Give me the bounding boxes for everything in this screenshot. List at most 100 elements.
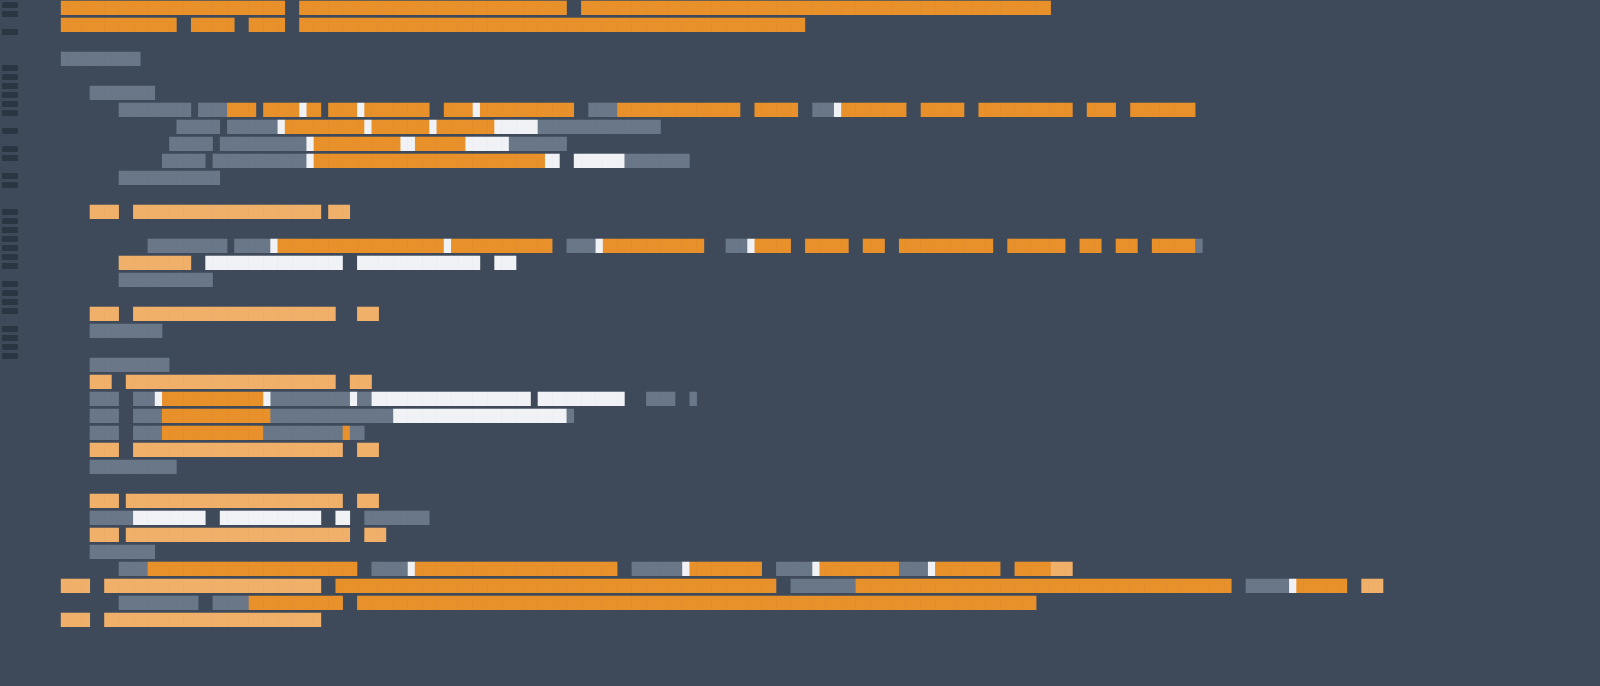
token: █ — [567, 409, 574, 423]
code-line[interactable]: ██████ █████████████ ████████████████████… — [32, 153, 1600, 170]
code-line[interactable]: ████ ██████████████████████████ ███ — [32, 204, 1600, 221]
token: ████████████████████████████████ — [314, 154, 545, 168]
minimap-tick — [2, 29, 18, 35]
code-line[interactable]: ███████████ — [32, 51, 1600, 68]
token: █████████ ████ — [364, 103, 472, 117]
token: ████ — [32, 562, 148, 576]
minimap-tick — [2, 20, 18, 26]
code-line[interactable]: ██████████ ███████████████████ █████████… — [32, 255, 1600, 272]
token: ███████████████████████ — [278, 239, 444, 253]
token: ███████ — [1296, 579, 1347, 593]
code-line[interactable]: ████ ███████████████████████████████ ███ — [32, 527, 1600, 544]
code-line[interactable]: ████ ██████████████████████████████ — [32, 612, 1600, 629]
token: █████████ █████ — [935, 562, 1051, 576]
token: ████████ — [437, 120, 495, 134]
minimap-tick — [2, 263, 18, 269]
minimap-tick — [2, 47, 18, 53]
minimap-tick — [2, 272, 18, 278]
token: █████████████ — [32, 273, 213, 287]
minimap-tick — [2, 326, 18, 332]
token: ███████████ — [32, 52, 140, 66]
token: ██████████ — [32, 256, 205, 270]
minimap-tick — [2, 92, 18, 98]
token: ██████ — [32, 511, 133, 525]
code-line[interactable]: ████████████████ ██████████████ ██ █████… — [32, 510, 1600, 527]
token: ███████████ █████ — [32, 239, 270, 253]
code-line[interactable] — [32, 187, 1600, 204]
minimap-tick — [2, 191, 18, 197]
code-line[interactable]: ████████████ — [32, 459, 1600, 476]
minimap-tick — [2, 110, 18, 116]
token: ████ ██████████████████████████████ — [32, 579, 335, 593]
minimap-tick — [2, 164, 18, 170]
minimap-tick — [2, 146, 18, 152]
token: █████████████ ██████████████████████████… — [249, 596, 1036, 610]
code-line[interactable]: ███████████ ████████████████████████████… — [32, 238, 1600, 255]
token: █ — [343, 426, 350, 440]
token: █ — [596, 239, 603, 253]
code-line[interactable]: ████ ██████████████████████████████ ███ — [32, 493, 1600, 510]
code-line[interactable]: ██████ █████████████████████████████████… — [32, 136, 1600, 153]
token: █ — [1195, 239, 1202, 253]
code-line[interactable] — [32, 34, 1600, 51]
minimap-tick — [2, 353, 18, 359]
code-line[interactable]: ████ ████████████████████████████ ███ — [32, 306, 1600, 323]
token: ████████████████ ██████ █████ ██████████… — [32, 18, 805, 32]
code-line[interactable]: █████████ — [32, 85, 1600, 102]
token: ████████ — [335, 579, 393, 593]
token: ██████████████ — [162, 426, 263, 440]
token: █████████████████ ██████ — [617, 103, 798, 117]
code-line[interactable]: ███ █████████████████████████████ ███ — [32, 374, 1600, 391]
token: ██████ █████████████ — [32, 154, 307, 168]
code-line[interactable]: ███████████ ██████████████████ █████████… — [32, 595, 1600, 612]
code-line[interactable]: ██████████ — [32, 323, 1600, 340]
token: ███████ — [617, 562, 682, 576]
minimap-tick — [2, 299, 18, 305]
token: ███ — [704, 239, 747, 253]
code-line[interactable]: ██████████████ — [32, 170, 1600, 187]
code-line[interactable]: ████ ███████████████████████████████████… — [32, 408, 1600, 425]
code-line[interactable]: ███████████████████████████████ ████████… — [32, 0, 1600, 17]
code-line[interactable]: ███████████ — [32, 357, 1600, 374]
code-line[interactable]: █████████ — [32, 544, 1600, 561]
minimap-tick — [2, 38, 18, 44]
code-line[interactable]: ████ ███████████████████████████████████… — [32, 391, 1600, 408]
token: ██████████ ██████████████ ██ — [133, 511, 364, 525]
token: ██ — [357, 392, 371, 406]
minimap-tick — [2, 65, 18, 71]
code-line[interactable] — [32, 340, 1600, 357]
code-line[interactable] — [32, 221, 1600, 238]
token: ██████████████ — [32, 171, 220, 185]
minimap-tick — [2, 74, 18, 80]
token: ████ █████ — [227, 103, 299, 117]
code-line[interactable] — [32, 476, 1600, 493]
minimap-tick — [2, 218, 18, 224]
token: ████ ███████████████████████████████ ███ — [32, 528, 386, 542]
code-line[interactable]: ████ ██████████████████████████████ ████… — [32, 578, 1600, 595]
minimap-tick — [2, 317, 18, 323]
token: ███████████ — [263, 426, 342, 440]
token: ████ ██████████████████████████████ ███ — [32, 494, 379, 508]
minimap-tick — [2, 137, 18, 143]
token: ███ — [1347, 579, 1383, 593]
code-line[interactable]: ████████████████ ██████ █████ ██████████… — [32, 17, 1600, 34]
code-area[interactable]: ███████████████████████████████ ████████… — [20, 0, 1600, 686]
code-line[interactable] — [32, 68, 1600, 85]
code-line[interactable]: ██████████ ████████ ████████ ███████████… — [32, 102, 1600, 119]
code-line[interactable]: █████████████ — [32, 272, 1600, 289]
token: ████ — [574, 103, 617, 117]
token: ████ — [899, 562, 928, 576]
token: ██████ — [466, 137, 509, 151]
code-line[interactable]: ████ █████████████████████████████ ███ — [32, 442, 1600, 459]
token: ███ █████████████████████████████ ███ — [32, 375, 372, 389]
token: █ — [299, 103, 306, 117]
minimap[interactable] — [0, 0, 20, 686]
token: ████ ██████████████████████████ ███ — [32, 205, 350, 219]
code-line[interactable] — [32, 289, 1600, 306]
minimap-tick — [2, 83, 18, 89]
code-line[interactable]: █████████████████████████████████ ██████… — [32, 561, 1600, 578]
token: ██ ████ — [307, 103, 358, 117]
code-line[interactable]: ████ ████████████████████████████████ — [32, 425, 1600, 442]
code-line[interactable]: ██████ █████████████████████████████████… — [32, 119, 1600, 136]
token: ███████████████████ █████████████████ ██… — [205, 256, 516, 270]
